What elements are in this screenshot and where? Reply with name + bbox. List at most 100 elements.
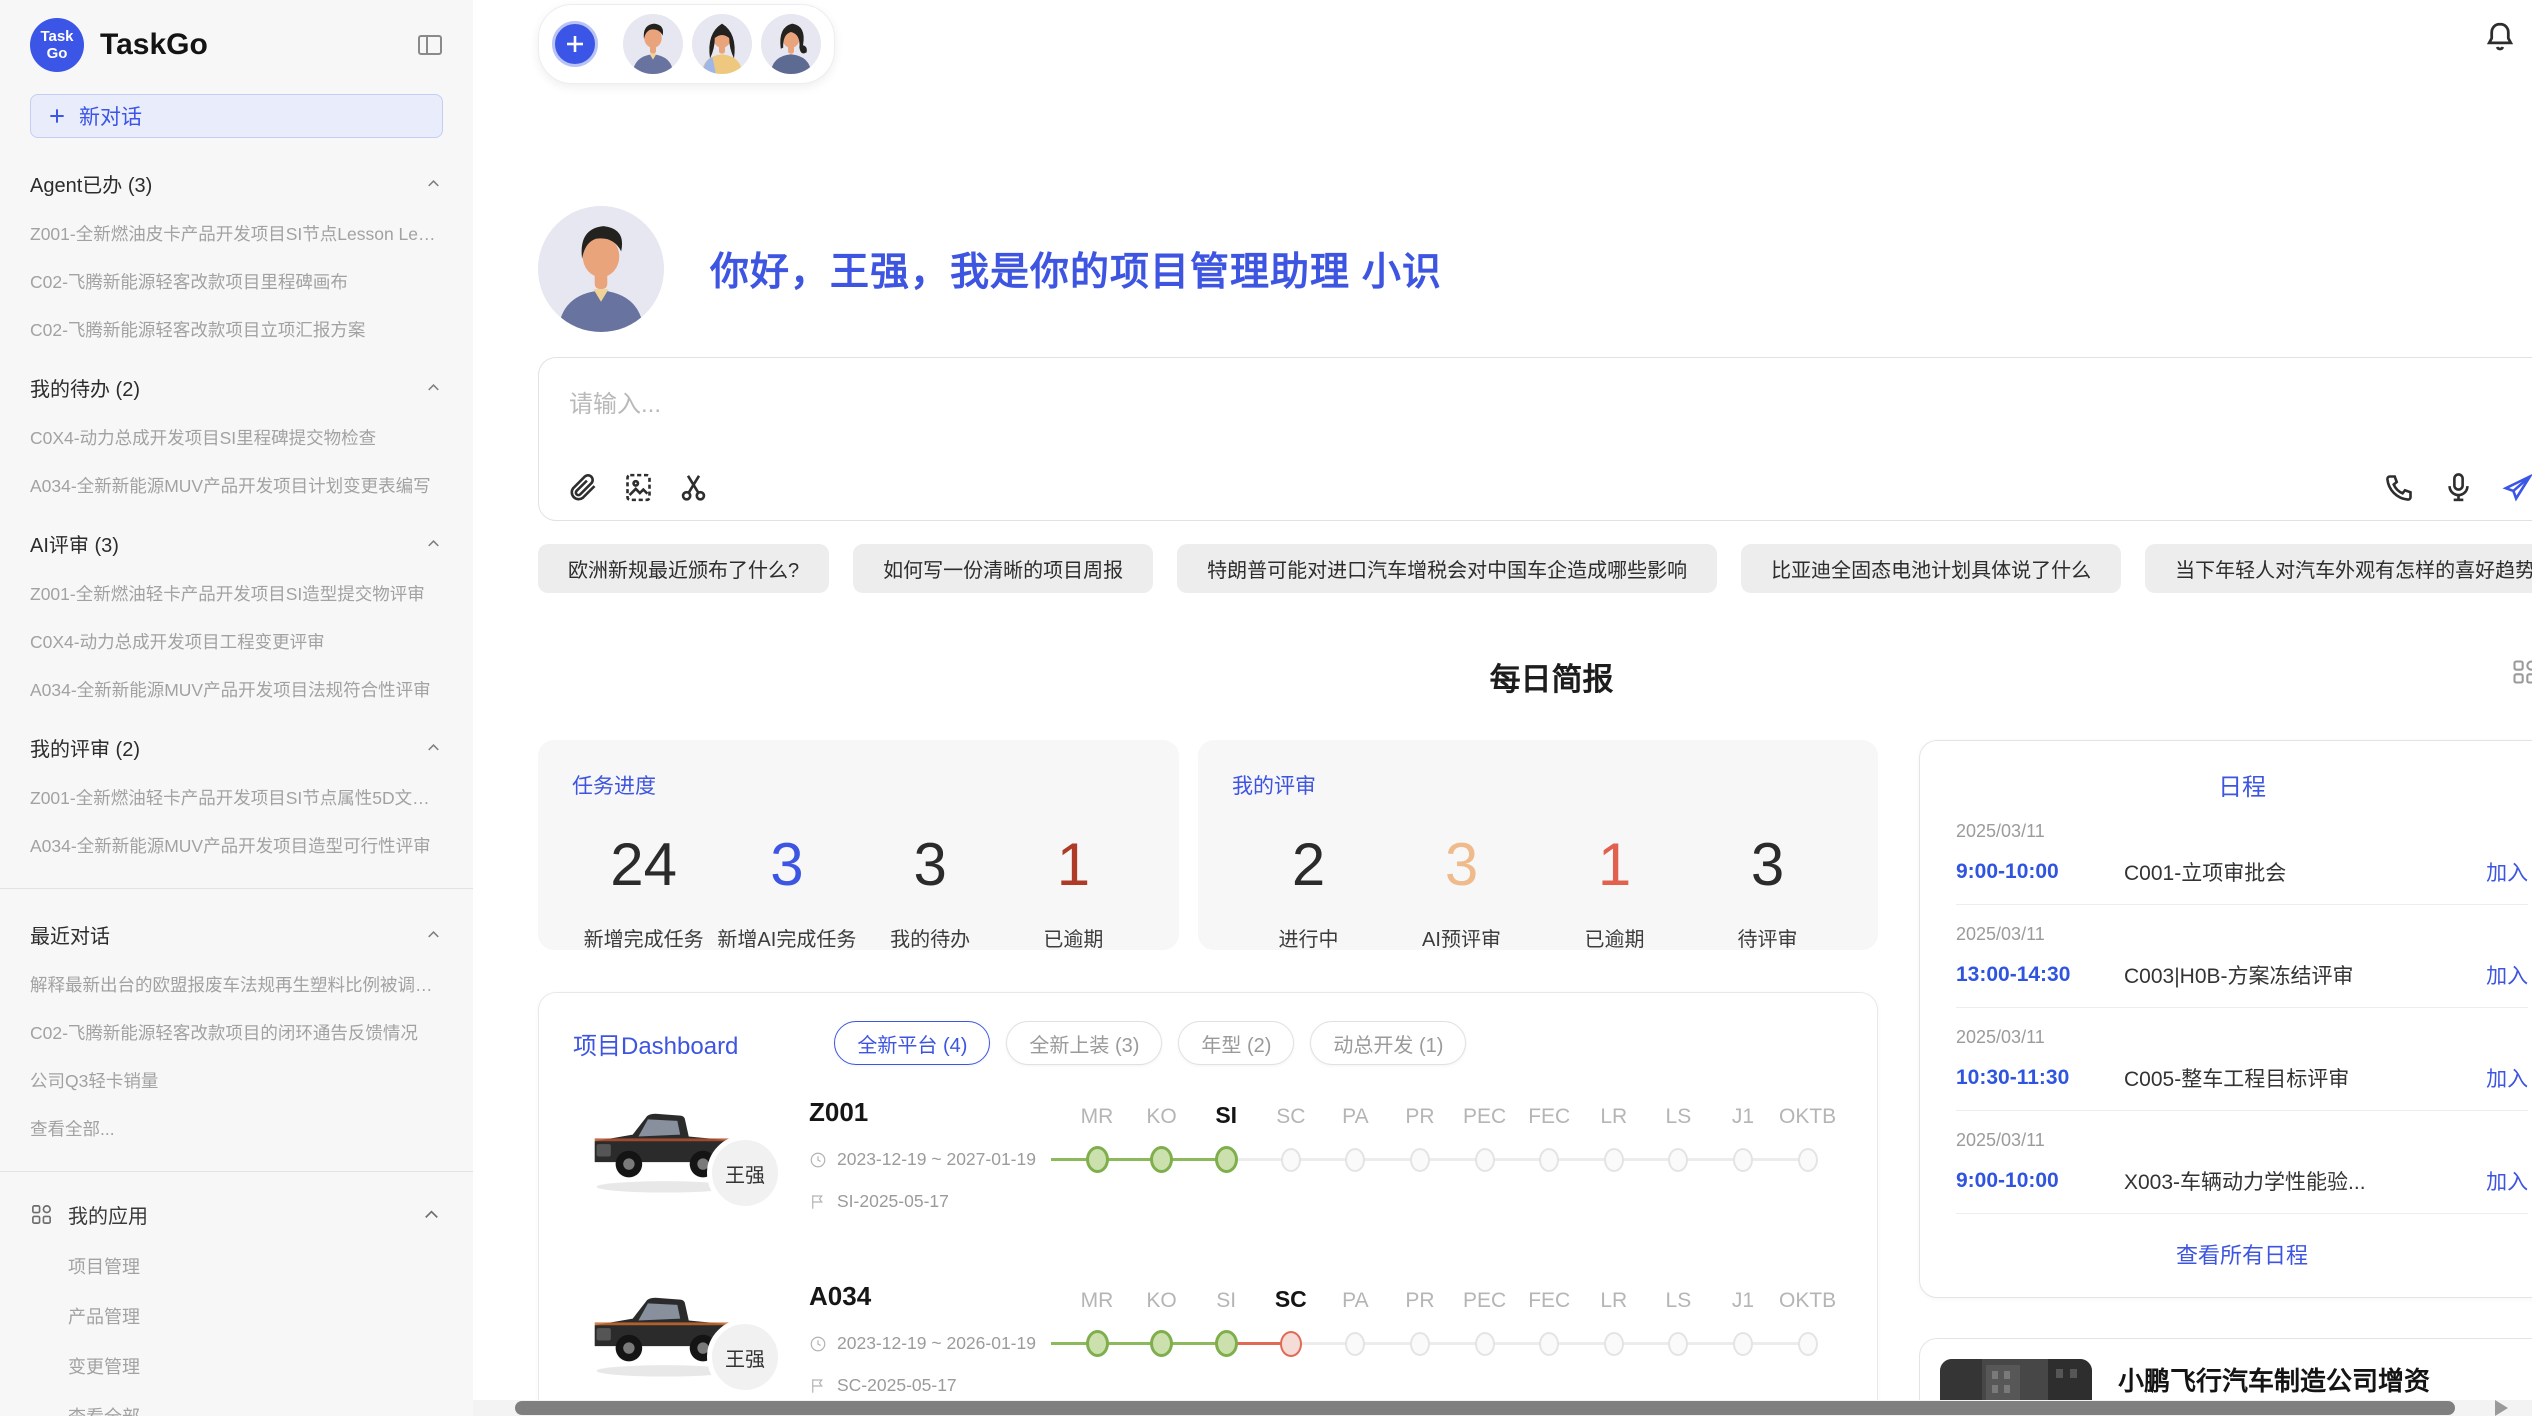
phone-call-icon[interactable] [2383,471,2416,504]
milestone-dot-LR[interactable] [1604,1148,1624,1172]
sidebar-task-item[interactable]: C0X4-动力总成开发项目工程变更评审 [30,629,443,654]
sidebar-task-item[interactable]: C0X4-动力总成开发项目SI里程碑提交物检查 [30,425,443,450]
milestone-dot-OKTB[interactable] [1798,1148,1818,1172]
recent-chat-item[interactable]: C02-飞腾新能源轻客改款项目的闭环通告反馈情况 [30,1020,443,1045]
section-header-ai-review[interactable]: AI评审 (3) [30,529,443,558]
view-all-apps-link[interactable]: 查看全部... [68,1403,443,1416]
suggestion-chip[interactable]: 当下年轻人对汽车外观有怎样的喜好趋势 [2145,544,2532,593]
add-agent-button[interactable] [552,21,598,67]
milestone-dot-J1[interactable] [1733,1148,1753,1172]
sidebar-item-my-apps[interactable]: 我的应用 [30,1200,443,1229]
filter-model-year[interactable]: 年型 (2) [1178,1021,1294,1065]
milestone-dot-MR[interactable] [1086,1330,1109,1357]
new-chat-button[interactable]: 新对话 [30,94,443,138]
milestone-dot-LS[interactable] [1668,1332,1688,1356]
my-review-title: 我的评审 [1232,770,1844,800]
horizontal-scrollbar-thumb[interactable] [515,1401,2455,1415]
collapse-sidebar-icon[interactable] [417,33,443,57]
project-code: Z001 [809,1097,1057,1128]
sidebar-task-item[interactable]: C02-飞腾新能源轻客改款项目里程碑画布 [30,269,443,294]
chevron-up-icon [424,174,443,193]
milestone-dot-PR[interactable] [1410,1148,1430,1172]
milestone-dot-LR[interactable] [1604,1332,1624,1356]
filter-new-platform[interactable]: 全新平台 (4) [834,1021,990,1065]
agent-avatar-3[interactable] [761,14,821,74]
milestone-dot-PA[interactable] [1345,1148,1365,1172]
project-owner-badge: 王强 [707,1135,783,1211]
milestone-dot-SC[interactable] [1281,1148,1301,1172]
milestone-dot-LS[interactable] [1668,1148,1688,1172]
view-all-chats-link[interactable]: 查看全部... [30,1116,443,1141]
sidebar-task-item[interactable]: Z001-全新燃油轻卡产品开发项目SI造型提交物评审 [30,581,443,606]
section-header-my-todo[interactable]: 我的待办 (2) [30,373,443,402]
join-meeting-link[interactable]: 加入 [2486,960,2528,990]
milestone-dot-J1[interactable] [1733,1332,1753,1356]
project-flag-milestone: SI-2025-05-17 [809,1191,1057,1212]
scissors-icon[interactable] [677,471,710,504]
project-row-a034[interactable]: 王强 A034 2023-12-19 ~ 2026-01-19 SC-2025-… [573,1273,1843,1416]
app-item-change-mgmt[interactable]: 变更管理 [68,1353,443,1379]
task-progress-title: 任务进度 [572,770,1145,800]
stat-value: 24 [572,830,715,899]
milestone-label-PEC: PEC [1452,1105,1518,1129]
join-meeting-link[interactable]: 加入 [2486,857,2528,887]
sidebar-task-item[interactable]: A034-全新新能源MUV产品开发项目造型可行性评审 [30,833,443,858]
milestone-dot-FEC[interactable] [1539,1148,1559,1172]
section-header-agent-done[interactable]: Agent已办 (3) [30,169,443,198]
sidebar-task-item[interactable]: Z001-全新燃油轻卡产品开发项目SI节点属性5D文件评审 [30,785,443,810]
sidebar-task-item[interactable]: A034-全新新能源MUV产品开发项目计划变更表编写 [30,473,443,498]
chat-input[interactable] [569,384,2043,450]
project-row-z001[interactable]: 王强 Z001 2023-12-19 ~ 2027-01-19 SI-2025-… [573,1089,1843,1249]
milestone-dot-KO[interactable] [1150,1146,1173,1173]
milestone-dot-PR[interactable] [1410,1332,1430,1356]
suggestion-chip[interactable]: 比亚迪全固态电池计划具体说了什么 [1741,544,2121,593]
milestone-dot-MR[interactable] [1086,1146,1109,1173]
scroll-right-arrow[interactable] [2495,1400,2508,1416]
milestone-dot-SC[interactable] [1280,1331,1302,1357]
milestone-label-PA: PA [1322,1105,1388,1129]
milestone-dot-OKTB[interactable] [1798,1332,1818,1356]
app-item-product-mgmt[interactable]: 产品管理 [68,1303,443,1329]
milestone-dot-PEC[interactable] [1475,1332,1495,1356]
suggestion-chip[interactable]: 如何写一份清晰的项目周报 [853,544,1153,593]
agent-avatar-1[interactable] [623,14,683,74]
stat-label: 进行中 [1232,923,1385,952]
send-icon[interactable] [2501,471,2532,504]
suggestion-chip[interactable]: 欧洲新规最近颁布了什么? [538,544,829,593]
recent-chat-item[interactable]: 公司Q3轻卡销量 [30,1068,443,1093]
milestone-dot-PA[interactable] [1345,1332,1365,1356]
layout-grid-icon[interactable] [2511,658,2532,686]
attachment-icon[interactable] [567,471,600,504]
sidebar-task-item[interactable]: Z001-全新燃油皮卡产品开发项目SI节点Lesson Learn报告 [30,221,443,246]
agent-avatar-2[interactable] [692,14,752,74]
view-all-schedule-link[interactable]: 查看所有日程 [1956,1238,2528,1270]
filter-new-body[interactable]: 全新上装 (3) [1006,1021,1162,1065]
stat-label: 我的待办 [859,923,1002,952]
sidebar-task-item[interactable]: C02-飞腾新能源轻客改款项目立项汇报方案 [30,317,443,342]
milestone-dot-SI[interactable] [1215,1146,1238,1173]
milestone-dot-KO[interactable] [1150,1330,1173,1357]
milestone-dot-PEC[interactable] [1475,1148,1495,1172]
image-icon[interactable] [622,471,655,504]
milestone-dot-FEC[interactable] [1539,1332,1559,1356]
schedule-time: 10:30-11:30 [1956,1066,2124,1090]
stat-pending-review: 3 待评审 [1691,830,1844,952]
project-code: A034 [809,1281,1057,1312]
milestone-label-PA: PA [1322,1289,1388,1313]
sidebar-task-item[interactable]: A034-全新新能源MUV产品开发项目法规符合性评审 [30,677,443,702]
join-meeting-link[interactable]: 加入 [2486,1063,2528,1093]
section-header-recent-chats[interactable]: 最近对话 [30,920,443,949]
stat-value: 1 [1002,830,1145,899]
app-item-project-mgmt[interactable]: 项目管理 [68,1253,443,1279]
microphone-icon[interactable] [2442,471,2475,504]
stat-value: 2 [1232,830,1385,899]
suggestion-chip[interactable]: 特朗普可能对进口汽车增税会对中国车企造成哪些影响 [1177,544,1717,593]
milestone-dot-SI[interactable] [1215,1330,1238,1357]
filter-powertrain[interactable]: 动总开发 (1) [1310,1021,1466,1065]
milestone-label-FEC: FEC [1516,1105,1582,1129]
section-header-my-review[interactable]: 我的评审 (2) [30,733,443,762]
stat-ai-pre-review: 3 AI预评审 [1385,830,1538,952]
join-meeting-link[interactable]: 加入 [2486,1166,2528,1196]
recent-chat-item[interactable]: 解释最新出台的欧盟报废车法规再生塑料比例被调至15%... [30,972,443,997]
sidebar: Task Go TaskGo 新对话 Agent已办 (3) Z001-全新燃油… [0,0,473,1416]
